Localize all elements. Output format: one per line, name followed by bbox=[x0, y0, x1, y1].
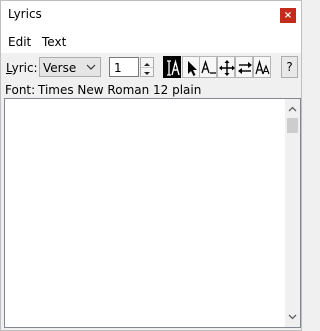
lyrics-window: Lyrics × Edit Text Lyric: Verse 1 ? Font… bbox=[0, 0, 302, 331]
verse-number-spinner bbox=[140, 57, 154, 77]
menu-bar: Edit Text bbox=[1, 29, 301, 53]
lyric-label: Lyric: bbox=[6, 61, 38, 75]
menu-text[interactable]: Text bbox=[42, 35, 66, 49]
verse-number-input[interactable]: 1 bbox=[109, 57, 139, 77]
help-button[interactable]: ? bbox=[281, 56, 298, 78]
toolbar: Lyric: Verse 1 ? bbox=[1, 53, 301, 83]
font-size-icon bbox=[255, 59, 270, 75]
text-underscore-icon bbox=[201, 59, 216, 74]
font-size-tool-button[interactable] bbox=[253, 56, 271, 78]
verse-number-value: 1 bbox=[114, 61, 122, 75]
window-title: Lyrics bbox=[8, 7, 42, 21]
scroll-down-arrow-icon[interactable] bbox=[285, 311, 300, 323]
title-bar: Lyrics × bbox=[1, 1, 301, 29]
close-button[interactable]: × bbox=[280, 8, 296, 23]
lyrics-text-area[interactable] bbox=[4, 98, 301, 328]
move-cross-icon bbox=[219, 60, 235, 76]
text-underscore-tool-button[interactable] bbox=[199, 56, 217, 78]
text-select-tool-button[interactable] bbox=[163, 56, 181, 78]
move-tool-button[interactable] bbox=[217, 56, 235, 78]
spinner-down-button[interactable] bbox=[141, 67, 153, 76]
menu-edit[interactable]: Edit bbox=[8, 35, 31, 49]
arrow-tool-button[interactable] bbox=[182, 56, 200, 78]
text-select-icon bbox=[167, 59, 180, 76]
scrollbar-thumb[interactable] bbox=[287, 118, 298, 133]
font-value: Times New Roman 12 plain bbox=[38, 83, 202, 97]
lyric-type-value: Verse bbox=[43, 61, 77, 75]
triangle-down-icon bbox=[144, 72, 150, 75]
swap-tool-button[interactable] bbox=[235, 56, 253, 78]
swap-arrows-icon bbox=[238, 62, 252, 74]
chevron-down-icon bbox=[86, 64, 96, 70]
font-label: Font: bbox=[5, 83, 36, 97]
scroll-up-arrow-icon[interactable] bbox=[285, 103, 300, 115]
vertical-scrollbar[interactable] bbox=[285, 99, 300, 327]
lyric-type-select[interactable]: Verse bbox=[39, 57, 101, 77]
